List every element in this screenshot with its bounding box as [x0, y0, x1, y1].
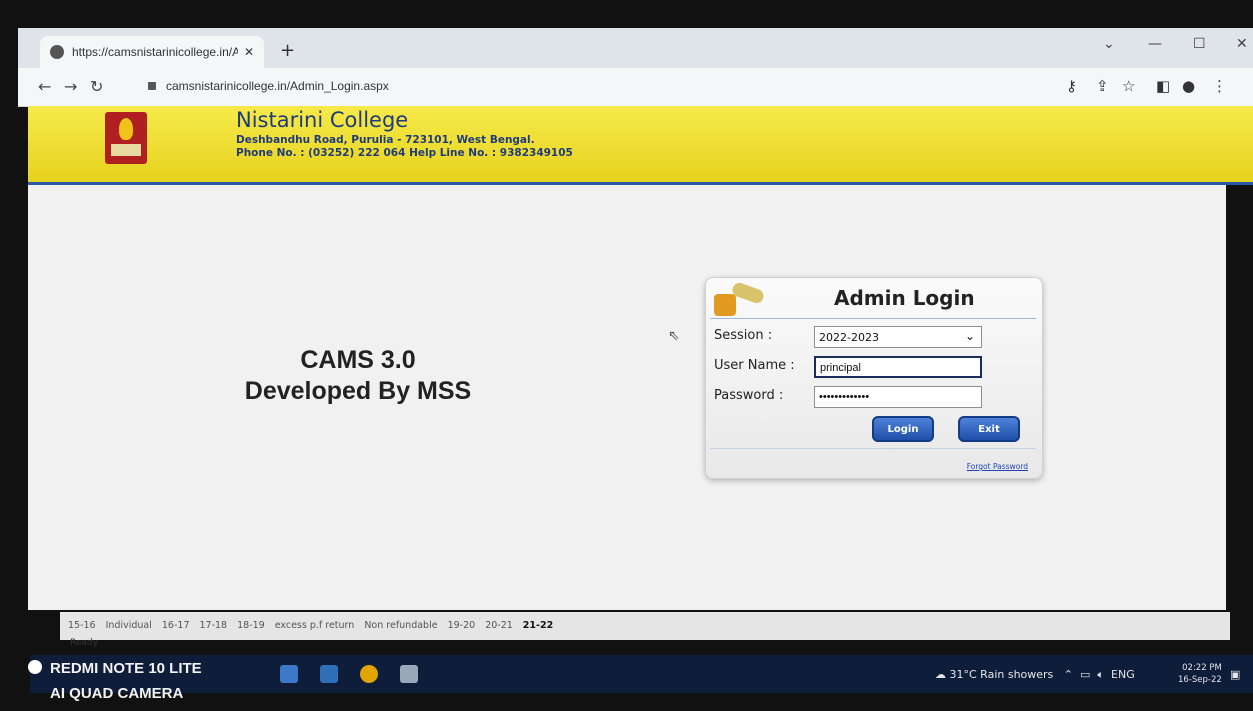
volume-icon[interactable]: 🔈︎ — [1097, 668, 1104, 681]
language-indicator[interactable]: ENG — [1111, 668, 1135, 681]
session-value: 2022-2023 — [819, 331, 879, 344]
file-explorer-icon[interactable] — [280, 665, 298, 683]
session-label: Session : — [714, 328, 773, 343]
camera-logo-icon — [28, 660, 42, 674]
key-icon[interactable]: ⚷ — [1066, 77, 1077, 95]
back-icon[interactable]: ← — [38, 77, 51, 96]
chevron-down-icon: ⌄ — [964, 329, 975, 343]
sheet-tab[interactable]: Non refundable — [364, 620, 437, 631]
sheet-tab[interactable]: 21-22 — [523, 620, 553, 631]
sidepanel-icon[interactable]: ◧ — [1156, 77, 1170, 95]
product-banner: CAMS 3.0 Developed By MSS — [28, 345, 688, 407]
close-window-icon[interactable]: ✕ — [1236, 36, 1248, 52]
sheet-tab[interactable]: 19-20 — [448, 620, 476, 631]
tab-close-icon[interactable]: ✕ — [244, 45, 254, 59]
sheet-tab[interactable]: 18-19 — [237, 620, 265, 631]
chrome-icon[interactable] — [360, 665, 378, 683]
sheet-tab[interactable]: 17-18 — [200, 620, 228, 631]
page-body: CAMS 3.0 Developed By MSS ⇖ Admin Login … — [28, 185, 1226, 610]
reload-icon[interactable]: ↻ — [90, 77, 103, 96]
system-tray: ☁ 31°C Rain showers ⌃ ▭ 🔈︎ ENG — [935, 668, 1135, 682]
address-bar[interactable]: camsnistarinicollege.in/Admin_Login.aspx — [148, 79, 389, 93]
college-contact: Deshbandhu Road, Purulia - 723101, West … — [236, 134, 573, 160]
college-header: Nistarini College Deshbandhu Road, Purul… — [28, 106, 1253, 185]
clock-time: 02:22 PM — [1182, 663, 1222, 673]
sheet-tab[interactable]: 20-21 — [485, 620, 513, 631]
college-phone: Phone No. : (03252) 222 064 Help Line No… — [236, 147, 573, 159]
developer-credit: Developed By MSS — [244, 377, 472, 405]
monitor-screen: https://camsnistarinicollege.in/Ad ✕ + ⌄… — [0, 0, 1253, 711]
keys-icon — [714, 280, 770, 318]
password-input[interactable]: ••••••••••••• — [814, 386, 982, 408]
sheet-tab-list: 15-16 Individual 16-17 17-18 18-19 excess p.f… — [68, 620, 563, 631]
browser-toolbar: ← → ↻ camsnistarinicollege.in/Admin_Logi… — [18, 68, 1253, 107]
college-name: Nistarini College — [236, 108, 409, 132]
browser-tab-bar: https://camsnistarinicollege.in/Ad ✕ + ⌄… — [18, 28, 1253, 68]
mouse-pointer-icon: ⇖ — [668, 328, 680, 344]
taskbar-clock[interactable]: 02:22 PM 16-Sep-22 — [1178, 662, 1222, 686]
divider — [710, 318, 1036, 319]
app-icon[interactable] — [400, 665, 418, 683]
admin-login-panel: Admin Login Session : 2022-2023 ⌄ User N… — [705, 277, 1043, 479]
login-title: Admin Login — [834, 286, 975, 310]
tab-title: https://camsnistarinicollege.in/Ad — [72, 45, 238, 59]
forgot-password-link[interactable]: Forgot Password — [967, 462, 1028, 471]
session-select[interactable]: 2022-2023 ⌄ — [814, 326, 982, 348]
spreadsheet-status: Ready — [70, 638, 98, 648]
mail-icon[interactable] — [320, 665, 338, 683]
exit-button[interactable]: Exit — [958, 416, 1020, 442]
lock-icon — [148, 82, 156, 90]
profile-icon[interactable]: ● — [1182, 77, 1195, 95]
forward-icon[interactable]: → — [64, 77, 77, 96]
menu-icon[interactable]: ⋮ — [1212, 77, 1227, 95]
share-icon[interactable]: ⇪ — [1096, 77, 1109, 95]
browser-tab[interactable]: https://camsnistarinicollege.in/Ad ✕ — [40, 36, 264, 68]
chevron-up-icon[interactable]: ⌃ — [1064, 668, 1073, 681]
login-button[interactable]: Login — [872, 416, 934, 442]
weather-icon[interactable]: ☁ — [935, 668, 946, 681]
sheet-tab[interactable]: 16-17 — [162, 620, 190, 631]
network-icon[interactable]: ▭ — [1080, 668, 1090, 681]
favicon-icon — [50, 45, 64, 59]
clock-date: 16-Sep-22 — [1178, 675, 1222, 685]
windows-taskbar: ☁ 31°C Rain showers ⌃ ▭ 🔈︎ ENG 02:22 PM … — [30, 655, 1253, 693]
college-logo — [105, 112, 147, 164]
star-icon[interactable]: ☆ — [1122, 77, 1135, 95]
chevron-down-icon[interactable]: ⌄ — [1103, 36, 1115, 52]
notification-icon[interactable]: ▣ — [1230, 668, 1240, 681]
watermark-line1: REDMI NOTE 10 LITE — [50, 660, 202, 677]
username-label: User Name : — [714, 358, 795, 373]
username-input[interactable]: principal — [814, 356, 982, 378]
sheet-tab[interactable]: 15-16 — [68, 620, 96, 631]
watermark-line2: AI QUAD CAMERA — [50, 685, 184, 702]
camera-watermark: REDMI NOTE 10 LITE AI QUAD CAMERA — [50, 656, 202, 706]
maximize-icon[interactable]: ☐ — [1193, 36, 1206, 52]
college-address: Deshbandhu Road, Purulia - 723101, West … — [236, 134, 535, 146]
product-version: CAMS 3.0 — [300, 346, 416, 374]
password-label: Password : — [714, 388, 784, 403]
divider — [710, 448, 1036, 449]
new-tab-button[interactable]: + — [280, 40, 295, 61]
url-text: camsnistarinicollege.in/Admin_Login.aspx — [166, 79, 389, 93]
weather-text[interactable]: 31°C Rain showers — [950, 668, 1054, 681]
minimize-icon[interactable]: — — [1148, 36, 1162, 52]
sheet-tab[interactable]: Individual — [106, 620, 152, 631]
sheet-tab[interactable]: excess p.f return — [275, 620, 355, 631]
spreadsheet-sheet-tabs: 15-16 Individual 16-17 17-18 18-19 excess p.f… — [60, 612, 1230, 640]
